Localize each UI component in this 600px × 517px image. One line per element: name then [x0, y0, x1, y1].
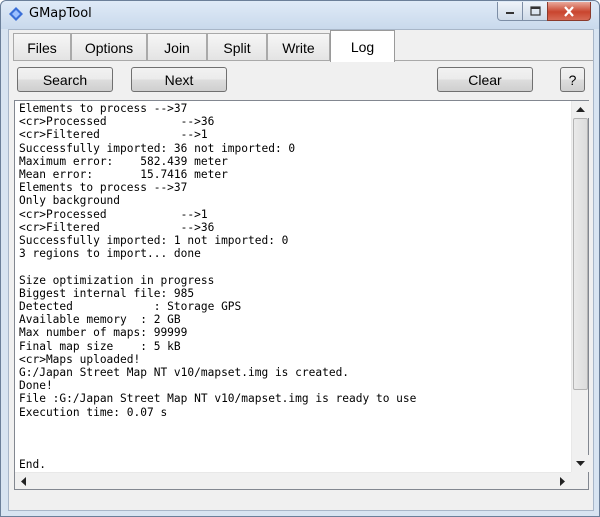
scroll-right-icon [559, 477, 565, 486]
tab-join[interactable]: Join [147, 33, 207, 61]
scroll-down-button[interactable] [572, 455, 589, 472]
vertical-scrollbar[interactable] [571, 101, 589, 472]
minimize-button[interactable] [497, 2, 523, 21]
next-button[interactable]: Next [131, 67, 227, 92]
horizontal-scrollbar[interactable] [15, 472, 571, 489]
scroll-right-button[interactable] [554, 473, 571, 490]
tab-divider [13, 60, 593, 61]
scroll-corner [571, 472, 588, 489]
tab-write[interactable]: Write [267, 33, 330, 61]
tab-split[interactable]: Split [207, 33, 267, 61]
maximize-icon [529, 6, 541, 16]
close-button[interactable] [547, 2, 591, 21]
scroll-left-icon [20, 477, 26, 486]
maximize-button[interactable] [522, 2, 548, 21]
gmaptool-app-icon [9, 7, 23, 21]
tab-files[interactable]: Files [13, 33, 71, 61]
log-textarea[interactable]: Elements to process -->37 <cr>Processed … [14, 100, 589, 490]
title-bar[interactable]: GMapTool [1, 1, 599, 29]
scroll-thumb[interactable] [573, 118, 588, 390]
search-button[interactable]: Search [17, 67, 113, 92]
close-icon [564, 5, 574, 17]
scroll-up-icon [576, 106, 585, 112]
scroll-down-icon [576, 460, 585, 466]
tab-strip: Files Options Join Split Write Log [11, 30, 593, 62]
tab-options[interactable]: Options [71, 33, 147, 61]
clear-button[interactable]: Clear [437, 67, 533, 92]
client-area: Files Options Join Split Write Log Searc… [8, 29, 594, 511]
tab-log[interactable]: Log [330, 30, 395, 62]
gmaptool-window: GMapTool Files Options Join Split Write … [0, 0, 600, 517]
window-title: GMapTool [29, 6, 92, 21]
log-text[interactable]: Elements to process -->37 <cr>Processed … [19, 102, 567, 472]
scroll-left-button[interactable] [15, 473, 32, 490]
help-button[interactable]: ? [560, 67, 585, 92]
minimize-icon [506, 12, 514, 14]
scroll-up-button[interactable] [572, 101, 589, 118]
